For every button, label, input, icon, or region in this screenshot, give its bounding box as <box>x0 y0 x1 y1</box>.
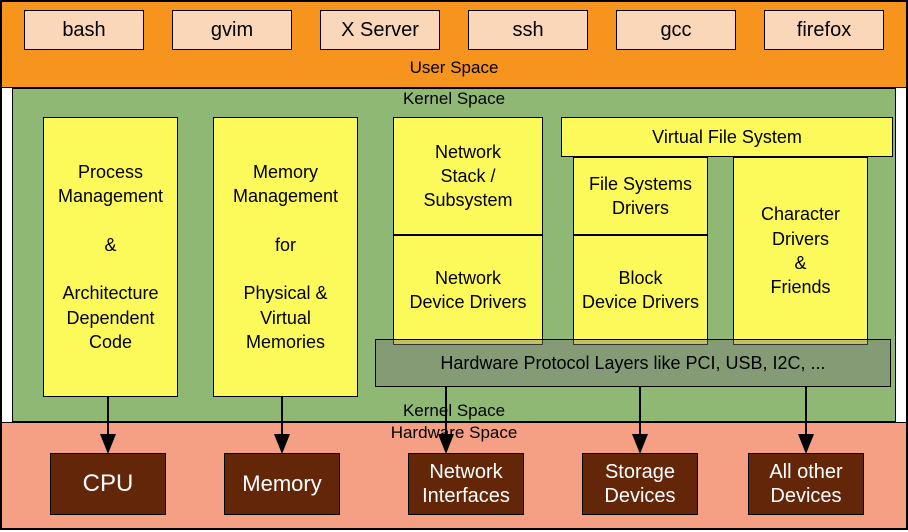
hw-memory: Memory <box>224 453 340 515</box>
box-text: Virtual File System <box>652 125 802 149</box>
hw-text: CPU <box>83 470 134 499</box>
app-ssh: ssh <box>468 10 588 50</box>
box-text: File Systems Drivers <box>589 172 692 221</box>
user-space-region: bash gvim X Server ssh gcc firefox User … <box>2 2 906 88</box>
kernel-space-region: Kernel Space Kernel Space Process Manage… <box>2 88 906 422</box>
hw-text: Network Interfaces <box>422 460 510 508</box>
hw-text: Storage Devices <box>604 460 675 508</box>
hw-network-interfaces: Network Interfaces <box>408 453 524 515</box>
box-network-device-drivers: Network Device Drivers <box>393 235 543 345</box>
box-character-drivers: Character Drivers & Friends <box>733 157 868 345</box>
box-file-systems-drivers: File Systems Drivers <box>573 157 708 235</box>
box-text: Memory Management for Physical & Virtual… <box>233 160 338 354</box>
box-memory-management: Memory Management for Physical & Virtual… <box>213 117 358 397</box>
box-virtual-file-system: Virtual File System <box>561 117 893 157</box>
app-label: gcc <box>660 19 691 42</box>
diagram-canvas: bash gvim X Server ssh gcc firefox User … <box>0 0 908 530</box>
app-bash: bash <box>24 10 144 50</box>
app-gvim: gvim <box>172 10 292 50</box>
app-label: ssh <box>512 19 543 42</box>
box-hardware-protocol-layers: Hardware Protocol Layers like PCI, USB, … <box>375 339 891 387</box>
hw-text: Memory <box>242 471 321 497</box>
hw-cpu: CPU <box>50 453 166 515</box>
user-space-label: User Space <box>2 58 906 78</box>
app-gcc: gcc <box>616 10 736 50</box>
hardware-space-region: Hardware Space CPU Memory Network Interf… <box>2 422 906 528</box>
app-label: bash <box>62 19 105 42</box>
kernel-space-inner: Kernel Space Kernel Space Process Manage… <box>12 88 896 422</box>
app-firefox: firefox <box>764 10 884 50</box>
hardware-space-label: Hardware Space <box>2 423 906 443</box>
box-text: Network Stack / Subsystem <box>423 140 512 213</box>
app-label: gvim <box>211 19 253 42</box>
box-text: Process Management & Architecture Depend… <box>58 160 163 354</box>
hw-all-other-devices: All other Devices <box>748 453 864 515</box>
app-xserver: X Server <box>320 10 440 50</box>
kernel-space-label-bottom: Kernel Space <box>13 401 895 421</box>
box-text: Character Drivers & Friends <box>761 202 840 299</box>
box-text: Block Device Drivers <box>582 266 699 315</box>
box-text: Network Device Drivers <box>409 266 526 315</box>
user-apps-row: bash gvim X Server ssh gcc firefox <box>2 10 906 50</box>
box-process-management: Process Management & Architecture Depend… <box>43 117 178 397</box>
box-block-device-drivers: Block Device Drivers <box>573 235 708 345</box>
box-text: Hardware Protocol Layers like PCI, USB, … <box>440 353 825 374</box>
app-label: X Server <box>341 19 419 42</box>
hw-storage-devices: Storage Devices <box>582 453 698 515</box>
kernel-space-label-top: Kernel Space <box>13 89 895 109</box>
box-network-stack: Network Stack / Subsystem <box>393 117 543 235</box>
hw-text: All other Devices <box>769 460 842 508</box>
app-label: firefox <box>797 19 851 42</box>
